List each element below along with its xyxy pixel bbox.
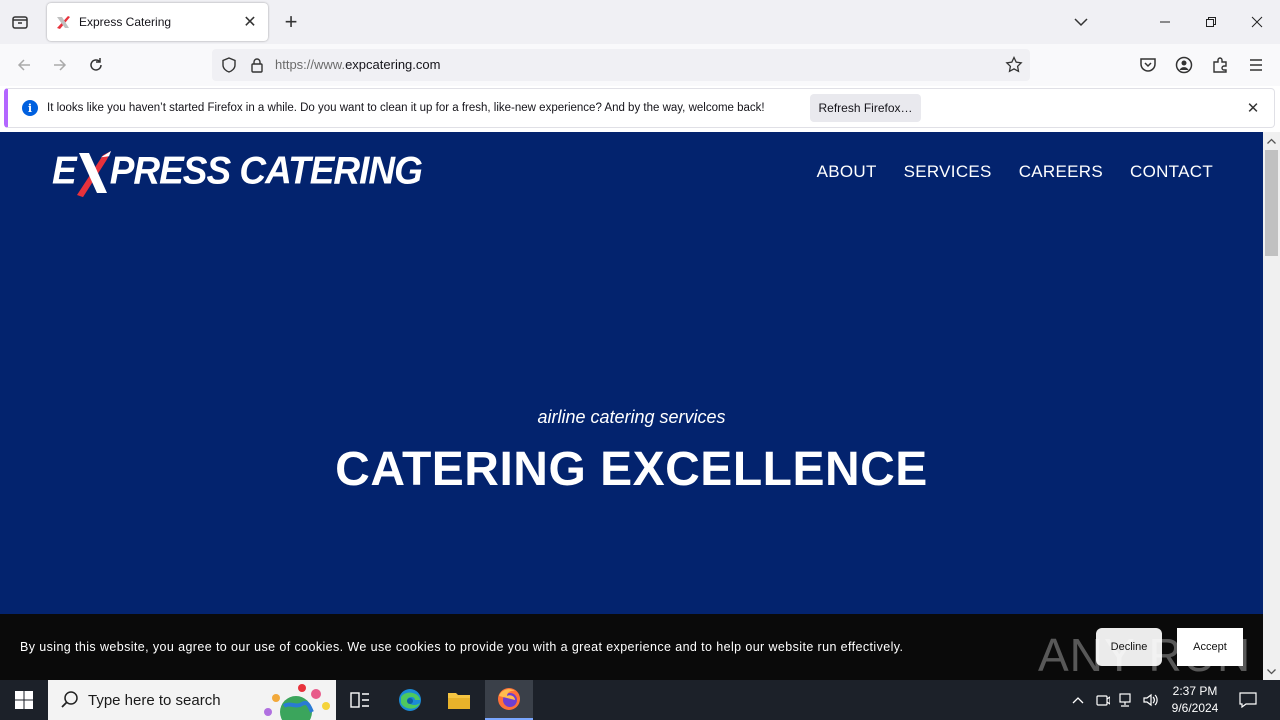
taskbar-search[interactable]: Type here to search xyxy=(48,680,336,720)
tab-list-icon[interactable] xyxy=(6,8,34,36)
search-placeholder: Type here to search xyxy=(88,691,221,709)
windows-taskbar: Type here to search 2:37 PM 9/6/2024 xyxy=(0,680,1280,720)
nav-careers-link[interactable]: CAREERS xyxy=(1019,162,1103,182)
close-notification-icon[interactable]: ✕ xyxy=(1244,99,1262,117)
clock-date: 9/6/2024 xyxy=(1171,701,1219,715)
task-view-icon[interactable] xyxy=(336,680,384,720)
clock-time: 2:37 PM xyxy=(1172,684,1218,698)
address-bar[interactable]: https://www.expcatering.com xyxy=(212,49,1030,81)
scroll-down-icon[interactable] xyxy=(1263,663,1280,680)
page-scrollbar[interactable] xyxy=(1263,132,1280,680)
logo-x-plane-icon xyxy=(76,150,111,198)
forward-icon[interactable] xyxy=(45,50,75,80)
extensions-icon[interactable] xyxy=(1205,50,1235,80)
express-catering-favicon-icon xyxy=(57,16,70,29)
url-text[interactable]: https://www.expcatering.com xyxy=(275,57,440,72)
new-tab-icon[interactable]: + xyxy=(278,9,304,35)
site-logo[interactable]: E PRESS CATERING xyxy=(52,146,423,200)
nav-toolbar: https://www.expcatering.com xyxy=(0,44,1280,86)
cookie-banner: By using this website, you agree to our … xyxy=(0,614,1263,680)
search-highlight-illustration-icon xyxy=(264,684,330,720)
browser-tab[interactable]: Express Catering ✕ xyxy=(47,3,268,41)
nav-about-link[interactable]: ABOUT xyxy=(817,162,877,182)
minimize-icon[interactable] xyxy=(1142,0,1188,44)
lock-icon[interactable] xyxy=(248,56,266,74)
nav-services-link[interactable]: SERVICES xyxy=(904,162,992,182)
back-icon[interactable] xyxy=(9,50,39,80)
windows-start-icon[interactable] xyxy=(0,680,48,720)
cookie-decline-button[interactable]: Decline xyxy=(1096,628,1162,666)
hero-title: CATERING EXCELLENCE xyxy=(335,443,928,496)
tab-strip: Express Catering ✕ + xyxy=(0,0,1280,44)
tab-title: Express Catering xyxy=(79,15,172,29)
url-scheme: https://www. xyxy=(275,57,346,72)
taskbar-clock[interactable]: 2:37 PM 9/6/2024 xyxy=(1166,683,1224,717)
account-icon[interactable] xyxy=(1169,50,1199,80)
file-explorer-icon[interactable] xyxy=(435,680,483,720)
notification-text: It looks like you haven’t started Firefo… xyxy=(47,102,765,114)
chevron-down-icon[interactable] xyxy=(1068,9,1094,35)
info-icon: i xyxy=(22,100,38,116)
show-hidden-icons-icon[interactable] xyxy=(1068,680,1088,720)
pocket-icon[interactable] xyxy=(1133,50,1163,80)
volume-icon[interactable] xyxy=(1141,680,1161,720)
restore-icon[interactable] xyxy=(1188,0,1234,44)
nav-contact-link[interactable]: CONTACT xyxy=(1130,162,1213,182)
menu-icon[interactable] xyxy=(1241,50,1271,80)
bookmark-star-icon[interactable] xyxy=(1005,56,1023,74)
refresh-firefox-notification: i It looks like you haven’t started Fire… xyxy=(4,88,1275,128)
cookie-text: By using this website, you agree to our … xyxy=(20,640,904,654)
scroll-up-icon[interactable] xyxy=(1263,132,1280,149)
notifications-icon[interactable] xyxy=(1234,680,1262,720)
firefox-taskbar-icon[interactable] xyxy=(485,680,533,720)
refresh-firefox-button[interactable]: Refresh Firefox… xyxy=(810,94,921,122)
close-tab-icon[interactable]: ✕ xyxy=(238,10,262,34)
web-page: E PRESS CATERING ABOUT SERVICES CAREERS … xyxy=(0,132,1263,680)
reload-icon[interactable] xyxy=(81,50,111,80)
cookie-accept-button[interactable]: Accept xyxy=(1177,628,1243,666)
network-icon[interactable] xyxy=(1117,680,1137,720)
hero-subtitle: airline catering services xyxy=(537,407,726,427)
search-icon xyxy=(61,691,78,708)
scroll-thumb[interactable] xyxy=(1265,150,1278,256)
close-window-icon[interactable] xyxy=(1234,0,1280,44)
edge-browser-icon[interactable] xyxy=(386,680,434,720)
url-domain: expcatering.com xyxy=(345,57,441,72)
shield-icon[interactable] xyxy=(220,56,238,74)
logo-text-rest: PRESS CATERING xyxy=(109,148,423,192)
site-nav: ABOUT SERVICES CAREERS CONTACT xyxy=(817,162,1213,182)
meet-now-icon[interactable] xyxy=(1093,680,1113,720)
